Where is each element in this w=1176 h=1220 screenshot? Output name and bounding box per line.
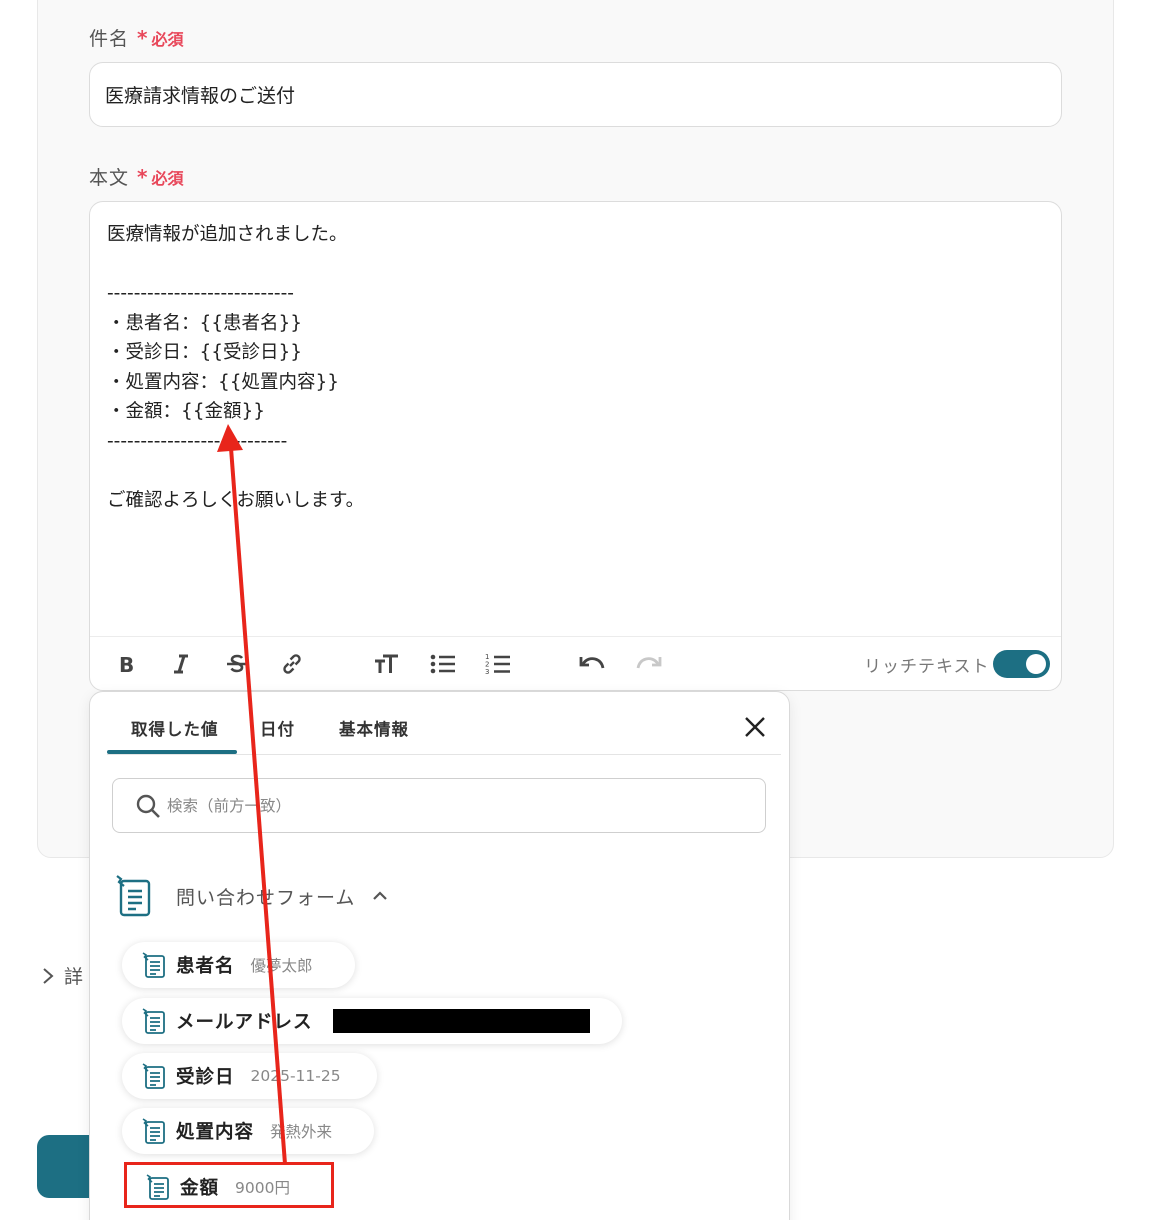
chip-value: 9000円 [235, 1179, 290, 1197]
numbered-list-button[interactable]: 123 [483, 649, 513, 679]
form-icon [142, 1118, 165, 1144]
form-icon [116, 875, 151, 917]
editor-toolbar: B 123 リッチテキスト [90, 636, 1061, 690]
svg-text:B: B [119, 653, 134, 675]
body-line: ・金額：{{金額}} [107, 401, 266, 422]
body-line [107, 456, 364, 486]
search-icon [136, 794, 160, 818]
required-star: * [137, 164, 148, 189]
rich-text-toggle[interactable] [993, 650, 1050, 678]
body-line: ・患者名：{{患者名}} [107, 312, 303, 334]
subject-value: 医療請求情報のご送付 [105, 85, 296, 107]
form-icon [146, 1174, 169, 1200]
body-line: ・処置内容：{{処置内容}} [107, 371, 340, 393]
value-chip-treatment[interactable]: 処置内容 発熱外来 [122, 1108, 374, 1154]
form-icon [142, 952, 165, 978]
body-line [107, 250, 364, 280]
required-badge: 必須 [151, 29, 184, 49]
bullet-list-icon [430, 654, 455, 674]
chip-value: 優夢太郎 [250, 957, 313, 975]
body-label-row: 本文 * 必須 [89, 163, 184, 190]
rich-text-label: リッチテキスト [864, 657, 990, 677]
undo-button[interactable] [578, 649, 608, 679]
details-toggle[interactable]: 詳 [40, 962, 83, 989]
body-line: ---------------------------- [107, 283, 294, 304]
italic-button[interactable] [166, 649, 196, 679]
undo-icon [579, 657, 605, 669]
form-icon [142, 1008, 165, 1034]
bullet-list-button[interactable] [428, 649, 458, 679]
details-label: 詳 [64, 966, 84, 988]
chevron-up-icon [373, 891, 388, 900]
svg-text:3: 3 [485, 668, 489, 676]
bold-button[interactable]: B [112, 649, 142, 679]
page: 件名 * 必須 医療請求情報のご送付 本文 * 必須 医療情報が追加されました。… [0, 0, 1176, 1220]
form-group-label: 問い合わせフォーム [176, 886, 356, 909]
body-line: --------------------------- [107, 430, 288, 452]
redo-button[interactable] [633, 649, 663, 679]
value-chip-email[interactable]: メールアドレス [122, 998, 622, 1044]
tab-basic-info[interactable]: 基本情報 [339, 716, 409, 740]
form-icon [142, 1063, 165, 1089]
search-input[interactable] [167, 796, 727, 815]
subject-label-row: 件名 * 必須 [89, 24, 184, 51]
bold-icon: B [119, 653, 134, 675]
body-content[interactable]: 医療情報が追加されました。 --------------------------… [107, 220, 364, 515]
body-line: ・受診日：{{受診日}} [107, 342, 303, 363]
chip-name: 患者名 [176, 956, 235, 977]
popup-tabs: 取得した値 日付 基本情報 [107, 692, 781, 755]
value-chip-amount[interactable]: 金額 9000円 [126, 1164, 331, 1210]
form-group-header[interactable]: 問い合わせフォーム [116, 875, 389, 917]
text-size-icon [375, 654, 398, 673]
redo-icon [636, 657, 662, 669]
toggle-knob [1026, 654, 1046, 674]
link-icon [283, 654, 301, 674]
chip-name: 金額 [180, 1178, 220, 1199]
numbered-list-icon: 123 [485, 653, 510, 676]
chip-name: メールアドレス [176, 1012, 313, 1033]
tab-acquired-values[interactable]: 取得した値 [131, 716, 219, 740]
strikethrough-icon [227, 654, 247, 673]
value-chip-visit-date[interactable]: 受診日 2025-11-25 [122, 1053, 377, 1099]
required-badge: 必須 [151, 168, 184, 188]
body-editor[interactable]: 医療情報が追加されました。 --------------------------… [89, 201, 1062, 691]
chip-name: 受診日 [176, 1067, 235, 1088]
italic-icon [174, 654, 188, 674]
chevron-right-icon [43, 967, 54, 984]
close-icon[interactable] [742, 714, 768, 740]
chip-value: 2025-11-25 [250, 1067, 341, 1085]
body-line: ご確認よろしくお願いします。 [107, 489, 365, 511]
active-tab-indicator [107, 750, 237, 754]
redacted-value [332, 1009, 590, 1033]
tab-date[interactable]: 日付 [260, 716, 295, 740]
strikethrough-button[interactable] [222, 649, 252, 679]
chip-name: 処置内容 [176, 1122, 255, 1143]
subject-input[interactable]: 医療請求情報のご送付 [89, 62, 1062, 127]
body-line: 医療情報が追加されました。 [107, 224, 348, 245]
required-star: * [137, 25, 148, 50]
body-label: 本文 [89, 167, 130, 189]
search-field[interactable] [112, 778, 766, 833]
chip-value: 発熱外来 [270, 1123, 333, 1141]
link-button[interactable] [277, 649, 307, 679]
text-size-button[interactable] [372, 649, 402, 679]
value-chip-patient-name[interactable]: 患者名 優夢太郎 [122, 942, 355, 988]
subject-label: 件名 [89, 28, 130, 50]
